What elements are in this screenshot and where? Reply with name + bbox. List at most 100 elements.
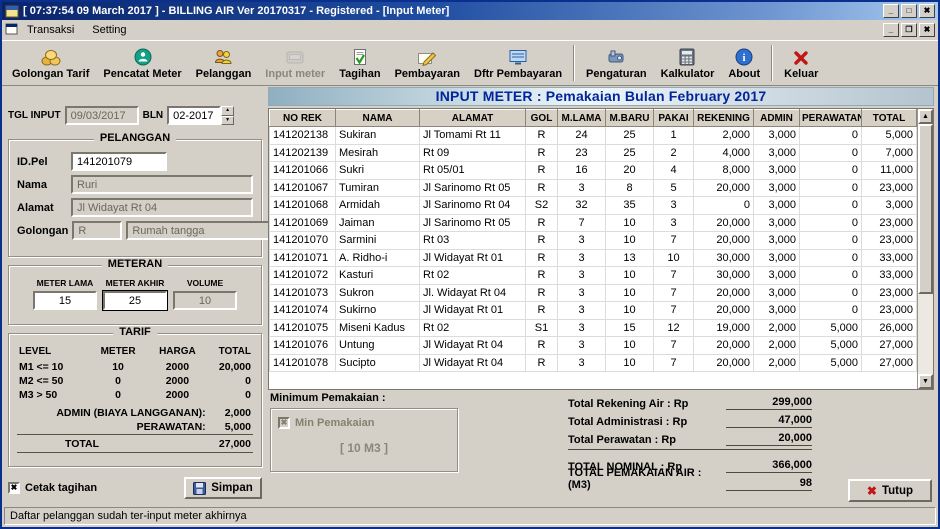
toolbar-label: Tagihan (339, 68, 381, 80)
toolbar-pengaturan-button[interactable]: Pengaturan (579, 42, 654, 84)
meter-akhir-label: METER AKHIR (105, 278, 165, 288)
volume-col: VOLUME (173, 278, 237, 320)
scroll-up-icon[interactable]: ▲ (918, 109, 933, 124)
mdi-close-button[interactable]: ✖ (919, 23, 935, 37)
grid-cell: Kasturi (335, 266, 420, 285)
total-label: Total Rekening Air : Rp (568, 398, 689, 410)
grid-cell: Tumiran (335, 178, 420, 197)
grid-cell: Miseni Kadus (335, 318, 420, 337)
meter-lama-field[interactable] (33, 291, 97, 310)
grid-cell: 141201070 (269, 231, 336, 250)
toolbar-pembayaran-button[interactable]: Pembayaran (388, 42, 467, 84)
close-button[interactable]: ✖ (919, 4, 935, 18)
maximize-button[interactable]: □ (901, 4, 917, 18)
grid-cell: Rt 03 (419, 231, 526, 250)
table-row[interactable]: 141202139 Mesirah Rt 09 R 23 25 2 4,000 3,000 0 7,… (269, 143, 917, 162)
spin-up-icon[interactable]: ▲ (221, 106, 235, 116)
table-row[interactable]: 141201068 Armidah Jl Sarinomo Rt 04 S2 32 35 3… (269, 196, 917, 215)
column-header: NAMA (335, 109, 420, 127)
grid-cell: 141201078 (269, 353, 336, 372)
toolbar-about-button[interactable]: i About (721, 42, 767, 84)
app-icon (5, 5, 19, 18)
toolbar-golongan-tarif-button[interactable]: Golongan Tarif (5, 42, 96, 84)
grid-cell: 7 (653, 231, 694, 250)
meteran-group-title: METERAN (101, 258, 169, 270)
perawatan-value: 5,000 (207, 420, 253, 435)
id-pel-field[interactable] (71, 152, 167, 171)
toolbar-dftr-pembayaran-button[interactable]: Dftr Pembayaran (467, 42, 569, 84)
table-row[interactable]: 141201072 Kasturi Rt 02 R 3 10 7 30,000 3,000 0 33… (269, 266, 917, 285)
total-value: 47,000 (726, 414, 812, 428)
cetak-tagihan-checkbox[interactable]: ✖ Cetak tagihan (8, 482, 97, 494)
tutup-button[interactable]: ✖ Tutup (848, 479, 932, 502)
table-row[interactable]: 141201066 Sukri Rt 05/01 R 16 20 4 8,000 3,000 0 1… (269, 161, 917, 180)
table-row[interactable]: 141201067 Tumiran Jl Sarinomo Rt 05 R 3 8 5 20,… (269, 178, 917, 197)
toolbar-keluar-button[interactable]: Keluar (777, 42, 825, 84)
grid-cell: A. Ridho-i (335, 248, 420, 267)
toolbar-pelanggan-button[interactable]: Pelanggan (189, 42, 259, 84)
meteran-groupbox: METERAN METER LAMA METER AKHIR VOLUME (8, 258, 262, 325)
grid-cell: 7 (557, 213, 606, 232)
grid-cell: 3,000 (753, 248, 800, 267)
table-row[interactable]: 141201071 A. Ridho-i Jl Widayat Rt 01 R 3 13 1… (269, 248, 917, 267)
meter-akhir-field[interactable] (102, 290, 168, 311)
grid-cell: Mesirah (335, 143, 420, 162)
grid-cell: R (525, 143, 558, 162)
admin-value: 2,000 (224, 407, 251, 419)
scroll-down-icon[interactable]: ▼ (918, 374, 933, 389)
scrollbar-thumb[interactable] (918, 124, 933, 294)
pencil-payment-icon (417, 46, 437, 66)
svg-text:i: i (743, 52, 746, 64)
tutup-label: Tutup (881, 484, 914, 497)
grid-cell: Untung (335, 336, 420, 355)
grid-cell: 25 (605, 143, 654, 162)
tarif-cell: 20,000 (218, 361, 251, 373)
table-row[interactable]: 141201078 Sucipto Jl Widayat Rt 04 R 3 10 7 20,… (269, 353, 917, 372)
toolbar-tagihan-button[interactable]: Tagihan (332, 42, 387, 84)
simpan-label: Simpan (211, 482, 253, 494)
table-row[interactable]: 141201074 Sukirno Jl Widayat Rt 01 R 3 10 7 20,… (269, 301, 917, 320)
grid-cell: 20 (605, 161, 654, 180)
scrollbar-track[interactable] (918, 294, 933, 374)
toolbar-pencatat-meter-button[interactable]: Pencatat Meter (96, 42, 188, 84)
bln-label: BLN (142, 110, 164, 121)
toolbar-label: Kalkulator (660, 68, 715, 80)
tarif-cell: 0 (115, 389, 121, 401)
toolbar-kalkulator-button[interactable]: Kalkulator (654, 42, 722, 84)
grid-cell: 3,000 (753, 283, 800, 302)
total-label: Total Administrasi : Rp (568, 416, 688, 428)
total-pemakaian-row: TOTAL PEMAKAIAN AIR : (M3) 98 (568, 467, 812, 491)
bln-field[interactable] (167, 106, 222, 125)
grid-cell: 3 (557, 266, 606, 285)
tarif-cell: M1 <= 10 (19, 361, 64, 373)
tarif-total-value: 27,000 (147, 434, 253, 453)
grid-cell: 2 (653, 143, 694, 162)
min-pemakaian-checkbox: ✖ Min Pemakaian (278, 417, 450, 429)
grid-cell: 24 (557, 126, 606, 145)
grid-cell: R (525, 266, 558, 285)
alamat-label: Alamat (17, 201, 54, 214)
totals-panel: Total Rekening Air : Rp 299,000 Total Ad… (568, 392, 812, 491)
menu-transaksi[interactable]: Transaksi (18, 22, 83, 38)
table-row[interactable]: 141201076 Untung Jl Widayat Rt 04 R 3 10 7 20,0… (269, 336, 917, 355)
tarif-total-row: TOTAL 27,000 (17, 434, 253, 453)
tarif-perawatan-row: PERAWATAN: 5,000 (17, 420, 253, 435)
grid-vertical-scrollbar[interactable]: ▲ ▼ (917, 109, 933, 389)
menubar: Transaksi Setting _ ❐ ✖ (2, 20, 938, 40)
table-row[interactable]: 141201075 Miseni Kadus Rt 02 S1 3 15 12 19,000 2… (269, 318, 917, 337)
grid-cell: 3,000 (753, 196, 800, 215)
toolbar-label: Golongan Tarif (12, 68, 90, 80)
input-form-panel: TGL INPUT BLN ▲ ▼ PELANGGAN ID.Pel (8, 86, 281, 503)
grid-cell: 0 (799, 266, 862, 285)
simpan-button[interactable]: Simpan (184, 477, 262, 499)
table-row[interactable]: 141201069 Jaiman Jl Sarinomo Rt 05 R 7 10 3 20,… (269, 213, 917, 232)
table-row[interactable]: 141202138 Sukiran Jl Tomami Rt 11 R 24 25 1 2,0… (269, 126, 917, 145)
menu-setting[interactable]: Setting (83, 22, 135, 38)
mdi-restore-button[interactable]: ❐ (901, 23, 917, 37)
spin-down-icon[interactable]: ▼ (221, 115, 235, 125)
mdi-minimize-button[interactable]: _ (883, 23, 899, 37)
grid-cell: 3,000 (753, 266, 800, 285)
table-row[interactable]: 141201073 Sukron Jl. Widayat Rt 04 R 3 10 7 20,… (269, 283, 917, 302)
minimize-button[interactable]: _ (883, 4, 899, 18)
table-row[interactable]: 141201070 Sarmini Rt 03 R 3 10 7 20,000 3,000 0 23… (269, 231, 917, 250)
